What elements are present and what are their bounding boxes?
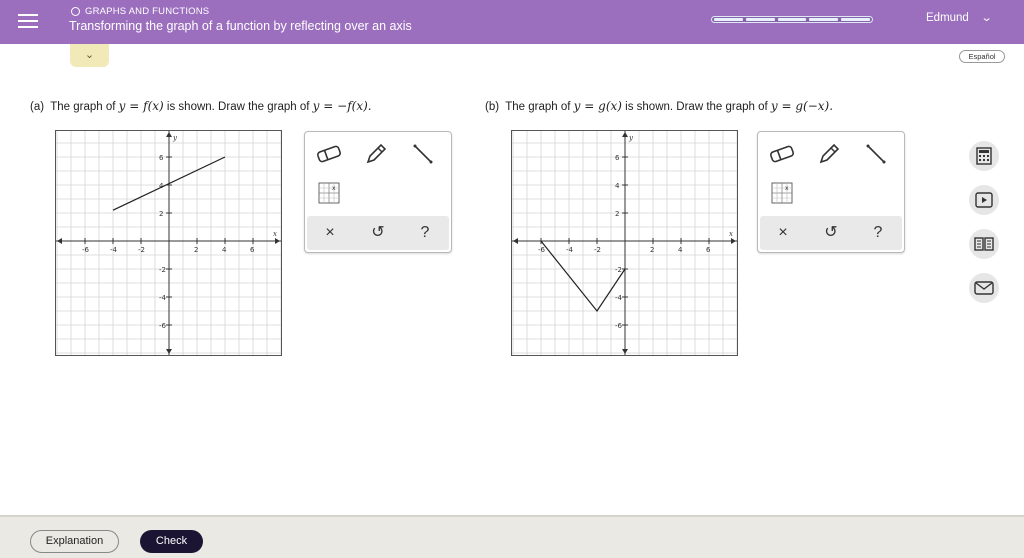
calculator-icon[interactable] <box>969 141 999 171</box>
x-axis-arrow <box>275 238 280 244</box>
message-icon[interactable] <box>969 273 999 303</box>
graph-a-plot[interactable]: xy-6 -4 -2 2 4 6642-2-4-6 <box>56 131 281 355</box>
graph-b-plot[interactable]: x y -6 -4 -2 2 4 6 6 4 2 -2 -4 -6 <box>512 131 737 355</box>
check-button[interactable]: Check <box>140 530 203 553</box>
line-segment-icon[interactable] <box>862 140 890 168</box>
y-tick-label: 2 <box>159 210 163 218</box>
x-tick-label: 4 <box>222 246 227 254</box>
graph-b-canvas[interactable]: x y -6 -4 -2 2 4 6 6 4 2 -2 -4 -6 <box>511 130 738 356</box>
header-bar: GRAPHS AND FUNCTIONS Transforming the gr… <box>0 0 1024 44</box>
problem-b-text-1: The graph of <box>505 101 571 113</box>
help-button[interactable]: ? <box>408 220 442 246</box>
undo-button[interactable]: ↺ <box>814 220 848 246</box>
x-axis-arrow <box>513 238 518 244</box>
undo-button[interactable]: ↺ <box>361 220 395 246</box>
graph-a-canvas[interactable]: x y -6 -4 -2 2 4 6 6 4 2 -2 -4 -6 <box>55 130 282 356</box>
x-tick-label: 2 <box>650 246 654 254</box>
x-axis-label: x <box>273 230 277 238</box>
x-tick-label: 4 <box>678 246 683 254</box>
y-axis-arrow <box>166 132 172 137</box>
eraser-icon[interactable] <box>768 140 796 168</box>
graph-b-toolbox: x × ↺ ? <box>757 131 905 253</box>
user-name[interactable]: Edmund <box>926 12 969 24</box>
pencil-icon[interactable] <box>362 140 390 168</box>
problem-b-text-2: is shown. Draw the graph of <box>625 101 768 113</box>
problem-a-eq-2: y = −f(x). <box>312 99 372 113</box>
point-grid-icon[interactable]: x <box>315 179 343 207</box>
x-tick-label: 2 <box>194 246 198 254</box>
x-tick-label: 6 <box>706 246 711 254</box>
y-tick-label: 6 <box>159 154 164 162</box>
problem-a-text-1: The graph of <box>50 101 116 113</box>
y-axis-label: y <box>172 134 178 142</box>
y-axis-label: y <box>628 134 634 142</box>
y-tick-label: -4 <box>159 294 167 302</box>
language-button[interactable]: Español <box>959 50 1005 63</box>
collapse-toggle[interactable]: ⌄ <box>70 44 109 67</box>
y-axis-arrow <box>622 132 628 137</box>
explanation-button[interactable]: Explanation <box>30 530 119 553</box>
y-tick-label: -6 <box>159 322 167 330</box>
x-axis-arrow <box>57 238 62 244</box>
problem-b-prompt: (b) The graph of y = g(x) is shown. Draw… <box>485 99 833 113</box>
page-title: Transforming the graph of a function by … <box>69 19 412 33</box>
y-tick-label: -4 <box>615 294 623 302</box>
clear-button[interactable]: × <box>766 220 800 246</box>
x-tick-label: -4 <box>566 246 574 254</box>
topic-status-icon <box>71 7 80 16</box>
svg-text:x: x <box>785 185 789 192</box>
eraser-icon[interactable] <box>315 140 343 168</box>
problem-b-label: (b) <box>485 101 500 113</box>
x-tick-label: -2 <box>138 246 145 254</box>
y-tick-label: 2 <box>615 210 619 218</box>
line-segment-icon[interactable] <box>409 140 437 168</box>
problem-a-text-2: is shown. Draw the graph of <box>166 101 310 113</box>
clear-button[interactable]: × <box>313 220 347 246</box>
chevron-down-icon[interactable]: ⌄ <box>981 11 993 24</box>
textbook-icon[interactable] <box>969 229 999 259</box>
topic-label: GRAPHS AND FUNCTIONS <box>85 6 210 17</box>
problem-b-eq-2: y = g(−x). <box>770 99 834 113</box>
problem-a-prompt: (a) The graph of y = f(x) is shown. Draw… <box>30 99 372 113</box>
hamburger-menu-icon[interactable] <box>18 10 38 30</box>
x-axis-label: x <box>729 230 733 238</box>
y-tick-label: 4 <box>615 182 620 190</box>
y-tick-label: 6 <box>615 154 620 162</box>
pencil-icon[interactable] <box>815 140 843 168</box>
x-axis-arrow <box>731 238 736 244</box>
problem-a-label: (a) <box>30 101 45 113</box>
x-tick-label: 6 <box>250 246 255 254</box>
toolbox-action-bar: × ↺ ? <box>760 216 902 250</box>
progress-bar <box>711 16 873 23</box>
y-tick-label: -2 <box>159 266 166 274</box>
x-tick-label: -2 <box>594 246 601 254</box>
svg-text:x: x <box>332 185 336 192</box>
point-grid-icon[interactable]: x <box>768 179 796 207</box>
help-button[interactable]: ? <box>861 220 895 246</box>
x-tick-label: -6 <box>82 246 90 254</box>
y-tick-label: -6 <box>615 322 623 330</box>
video-icon[interactable] <box>969 185 999 215</box>
x-tick-label: -6 <box>538 246 546 254</box>
chevron-down-icon: ⌄ <box>84 49 95 61</box>
toolbox-action-bar: × ↺ ? <box>307 216 449 250</box>
graph-a-toolbox: x × ↺ ? <box>304 131 452 253</box>
footer-bar: Explanation Check <box>0 515 1024 558</box>
y-tick-label: -2 <box>615 266 622 274</box>
x-tick-label: -4 <box>110 246 118 254</box>
problem-a-eq-1: y = f(x) <box>118 99 164 113</box>
problem-b-eq-1: y = g(x) <box>573 99 622 113</box>
